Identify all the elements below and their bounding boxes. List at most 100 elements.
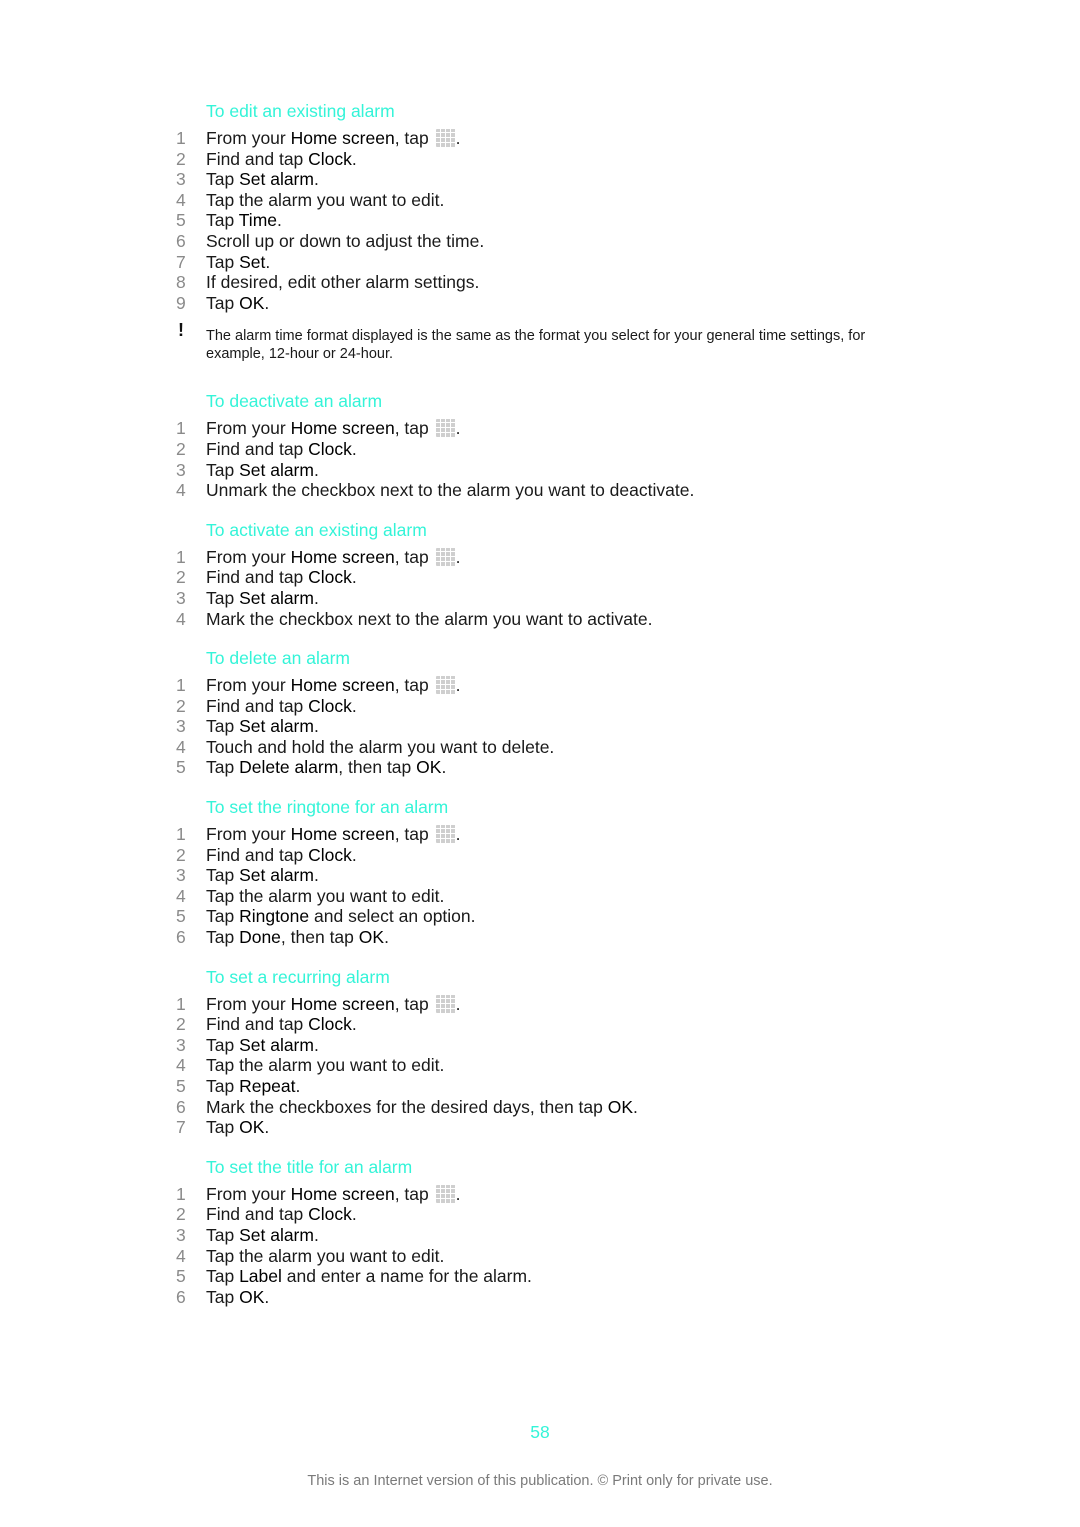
step-text: , then tap xyxy=(280,927,359,948)
instruction-section: To set a recurring alarm 1 From your Home … xyxy=(0,967,1080,1138)
step-list: 1 From your Home screen, tap . 2 Find and t… xyxy=(0,547,1080,629)
step-item: 6 Scroll up or down to adjust the time. xyxy=(0,231,1080,252)
step-item: 1 From your Home screen, tap . xyxy=(0,128,1080,149)
step-list: 1 From your Home screen, tap . 2 Find and t… xyxy=(0,675,1080,778)
step-text: Find and tap xyxy=(206,567,309,588)
ui-term: Home screen xyxy=(290,675,395,696)
step-text: and select an option. xyxy=(309,906,476,927)
step-number: 4 xyxy=(176,608,186,629)
step-text: Find and tap xyxy=(206,148,309,169)
step-text: . xyxy=(351,148,357,169)
step-number: 2 xyxy=(176,567,186,588)
document-body: To edit an existing alarm 1 From your Home… xyxy=(0,101,1080,1326)
step-text: From your xyxy=(206,128,291,148)
step-text: From your xyxy=(206,675,291,696)
ui-term: OK xyxy=(239,1286,265,1307)
step-number: 3 xyxy=(176,865,186,886)
section-title: To set the ringtone for an alarm xyxy=(206,797,449,818)
step-item: 6 Tap Done, then tap OK. xyxy=(0,927,1080,948)
step-text: . xyxy=(455,546,461,567)
step-text: Tap xyxy=(206,587,240,608)
step-text: , tap xyxy=(394,675,434,696)
step-number: 3 xyxy=(176,1224,186,1245)
step-item: 8 If desired, edit other alarm settings. xyxy=(0,272,1080,293)
step-text: . xyxy=(351,1204,357,1225)
step-text: Tap xyxy=(206,865,240,886)
ui-term: Set alarm xyxy=(239,1224,314,1245)
step-number: 4 xyxy=(176,885,186,906)
step-number: 1 xyxy=(176,418,186,439)
ui-term: OK xyxy=(239,292,265,313)
ui-term: Home screen xyxy=(290,546,395,567)
step-number: 6 xyxy=(176,1096,186,1117)
step-item: 3 Tap Set alarm. xyxy=(0,588,1080,609)
ui-term: OK xyxy=(239,1117,265,1138)
step-number: 4 xyxy=(176,1055,186,1076)
note-text: The alarm time format displayed is the s… xyxy=(206,328,866,363)
ui-term: Set alarm xyxy=(239,587,314,608)
step-text: Tap xyxy=(206,1076,240,1096)
page-number: 58 xyxy=(530,1422,550,1442)
step-number: 1 xyxy=(176,993,186,1014)
step-number: 6 xyxy=(176,1286,186,1307)
step-number: 3 xyxy=(176,459,186,480)
ui-term: OK xyxy=(607,1096,634,1117)
step-item: 5 Tap Label and enter a name for the alar… xyxy=(0,1266,1080,1287)
step-text: , tap xyxy=(394,1183,434,1204)
step-item: 9 Tap OK. xyxy=(0,293,1080,314)
step-item: 3 Tap Set alarm. xyxy=(0,1035,1080,1056)
step-text: . xyxy=(264,1117,270,1138)
step-number: 6 xyxy=(176,230,186,251)
step-text: , tap xyxy=(394,418,434,439)
step-text: . xyxy=(313,716,319,737)
step-item: 6 Mark the checkboxes for the desired day… xyxy=(0,1097,1080,1118)
step-text: Tap xyxy=(206,210,239,231)
step-text: From your xyxy=(206,1183,291,1204)
ui-term: Set alarm xyxy=(239,169,314,190)
step-number: 5 xyxy=(176,906,186,927)
step-item: 3 Tap Set alarm. xyxy=(0,716,1080,737)
step-text: Tap the alarm you want to edit. xyxy=(206,1055,445,1076)
step-text: . xyxy=(351,438,357,459)
instruction-section: To activate an existing alarm 1 From your … xyxy=(0,520,1080,629)
apps-grid-icon xyxy=(435,994,456,1013)
apps-grid-icon xyxy=(435,825,456,844)
step-text: Find and tap xyxy=(206,695,309,716)
step-text: . xyxy=(351,1014,357,1035)
ui-term: Clock xyxy=(308,695,352,716)
step-text: . xyxy=(277,210,282,231)
step-number: 2 xyxy=(176,1014,186,1035)
footer-notice: This is an Internet version of this publ… xyxy=(307,1473,773,1489)
ui-term: Set alarm xyxy=(239,459,314,480)
step-text: . xyxy=(633,1096,638,1117)
step-item: 1 From your Home screen, tap . xyxy=(0,994,1080,1015)
step-item: 5 Tap Ringtone and select an option. xyxy=(0,906,1080,927)
ui-term: Home screen xyxy=(290,993,395,1014)
step-item: 2 Find and tap Clock. xyxy=(0,149,1080,170)
step-text: From your xyxy=(206,824,291,845)
ui-term: Set xyxy=(239,251,266,272)
step-item: 1 From your Home screen, tap . xyxy=(0,675,1080,696)
ui-term: Time xyxy=(238,210,278,231)
step-text: . xyxy=(265,251,271,272)
instruction-section: To edit an existing alarm 1 From your Home… xyxy=(0,101,1080,363)
step-number: 3 xyxy=(176,587,186,608)
step-text: Tap the alarm you want to edit. xyxy=(206,885,445,906)
step-item: 2 Find and tap Clock. xyxy=(0,696,1080,717)
step-text: . xyxy=(313,865,319,886)
step-text: . xyxy=(455,993,461,1014)
ui-term: Label xyxy=(239,1266,282,1287)
step-text: , tap xyxy=(394,128,434,148)
step-list: 1 From your Home screen, tap . 2 Find and t… xyxy=(0,994,1080,1138)
step-number: 4 xyxy=(176,189,186,210)
step-item: 4 Tap the alarm you want to edit. xyxy=(0,886,1080,907)
ui-term: Home screen xyxy=(290,1183,395,1204)
step-text: , tap xyxy=(394,546,434,567)
step-number: 1 xyxy=(176,675,186,696)
section-title: To edit an existing alarm xyxy=(206,101,395,121)
step-text: . xyxy=(351,844,357,865)
ui-term: Home screen xyxy=(290,824,395,845)
ui-term: Delete alarm xyxy=(239,757,339,778)
step-text: Tap xyxy=(206,1117,240,1138)
step-item: 1 From your Home screen, tap . xyxy=(0,824,1080,845)
